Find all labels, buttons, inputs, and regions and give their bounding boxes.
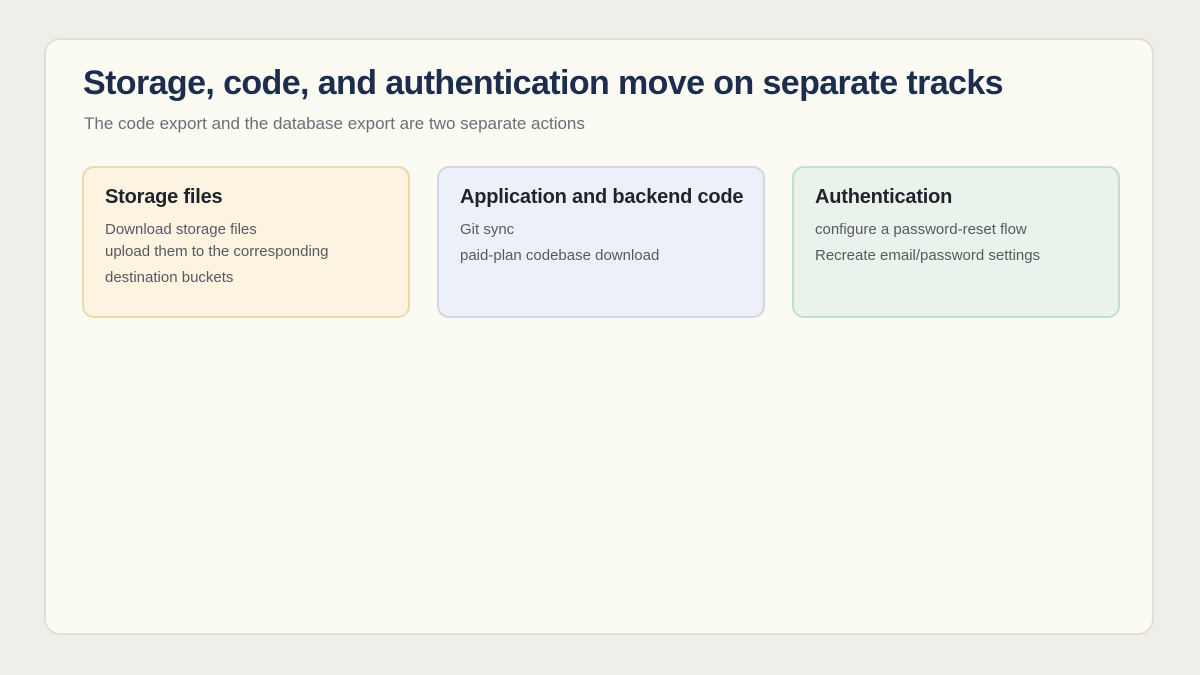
application-code-line-2: paid-plan codebase download [460,247,660,264]
authentication-line-1: configure a password-reset flow [815,221,1027,238]
application-code-card: Application and backend code Git sync pa… [437,166,765,318]
storage-files-line-1: Download storage files [105,221,257,238]
storage-files-card-title: Storage files [105,186,223,208]
application-code-card-title: Application and backend code [460,186,744,208]
page-title: Storage, code, and authentication move o… [83,64,1004,102]
application-code-line-1: Git sync [460,221,515,238]
authentication-line-2: Recreate email/password settings [815,247,1041,264]
authentication-card-title: Authentication [815,186,953,208]
authentication-card: Authentication configure a password-rese… [792,166,1120,318]
storage-files-card: Storage files Download storage files upl… [82,166,410,318]
storage-files-line-2: upload them to the corresponding [105,243,329,260]
slide-panel: Storage, code, and authentication move o… [44,38,1154,635]
storage-files-line-3: destination buckets [105,269,234,286]
page-subtitle: The code export and the database export … [84,114,585,133]
